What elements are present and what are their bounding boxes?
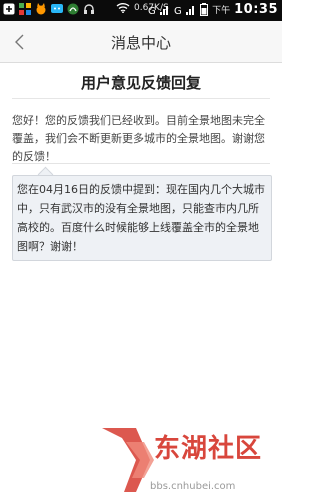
watermark-url: bbs.cnhubei.com: [150, 481, 236, 492]
app-grid-icon: [19, 3, 31, 15]
signal-g-icon: G: [148, 5, 169, 16]
reply-text: 您好！您的反馈我们已经收到。目前全景地图未完全覆盖，我们会不断更新更多城市的全景…: [12, 114, 265, 163]
message-subject: 用户意见反馈回复: [80, 74, 201, 92]
page-title: 消息中心: [110, 34, 171, 52]
signal-g2-icon: G: [174, 5, 195, 16]
divider: [12, 98, 270, 99]
status-bar: 0.67K/S G G 下午 10:35: [0, 0, 282, 21]
original-feedback-bubble: 您在04月16日的反馈中提到：现在国内几个大城市中，只有武汉市的没有全景地图，只…: [12, 175, 272, 261]
headset-icon: [84, 4, 94, 14]
divider: [12, 163, 270, 164]
clock: 10:35: [234, 2, 278, 17]
cat-icon: [36, 3, 46, 15]
time-period: 下午: [212, 6, 231, 16]
watermark-name: 东湖社区: [154, 434, 263, 464]
green-app-icon: [67, 3, 79, 15]
wifi-icon: [116, 3, 130, 13]
plus-icon: [3, 3, 15, 15]
battery-icon: [200, 3, 209, 16]
svg-text:G: G: [174, 6, 182, 16]
app-header: 消息中心: [0, 21, 282, 63]
status-notification-icons: [3, 3, 95, 15]
svg-text:G: G: [148, 6, 156, 16]
message-icon: [51, 4, 63, 13]
status-indicators: G G 下午 10:35: [148, 2, 278, 17]
